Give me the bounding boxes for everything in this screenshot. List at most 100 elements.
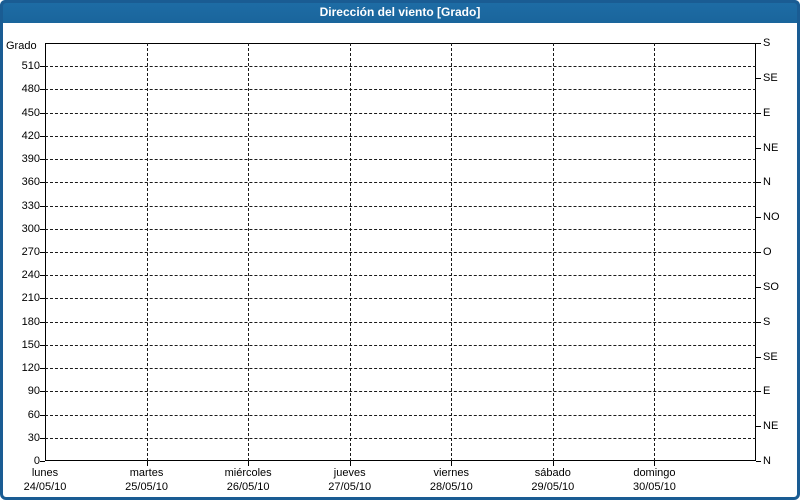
chart-body: Grado 0306090120150180210240270300330360… — [0, 0, 800, 500]
y-gridline — [45, 391, 756, 392]
x-category-label: jueves27/05/10 — [328, 466, 371, 494]
x-tick-mark — [147, 461, 148, 466]
x-gridline — [147, 43, 148, 461]
y-tick-label: 240 — [0, 269, 40, 281]
y-gridline — [45, 89, 756, 90]
x-gridline — [553, 43, 554, 461]
y-tick-mark — [40, 391, 45, 392]
x-category-label: viernes28/05/10 — [430, 466, 473, 494]
compass-label: O — [763, 246, 772, 258]
compass-tick-mark — [756, 43, 761, 44]
y-gridline — [45, 252, 756, 253]
y-gridline — [45, 438, 756, 439]
y-tick-label: 30 — [0, 432, 40, 444]
y-gridline — [45, 66, 756, 67]
compass-tick-mark — [756, 287, 761, 288]
y-tick-label: 480 — [0, 83, 40, 95]
y-tick-mark — [40, 66, 45, 67]
y-tick-label: 390 — [0, 153, 40, 165]
y-tick-mark — [40, 415, 45, 416]
y-tick-mark — [40, 252, 45, 253]
y-tick-label: 510 — [0, 60, 40, 72]
x-category-label: lunes24/05/10 — [24, 466, 67, 494]
compass-label: E — [763, 107, 770, 119]
y-tick-mark — [40, 206, 45, 207]
y-tick-label: 60 — [0, 409, 40, 421]
y-tick-label: 450 — [0, 107, 40, 119]
compass-tick-mark — [756, 113, 761, 114]
y-gridline — [45, 345, 756, 346]
compass-label: NE — [763, 142, 778, 154]
x-day-label: viernes — [430, 466, 473, 480]
compass-tick-mark — [756, 217, 761, 218]
y-tick-label: 300 — [0, 223, 40, 235]
y-gridline — [45, 113, 756, 114]
y-tick-label: 420 — [0, 130, 40, 142]
y-tick-label: 360 — [0, 176, 40, 188]
compass-label: N — [763, 176, 771, 188]
x-category-label: martes25/05/10 — [125, 466, 168, 494]
y-gridline — [45, 322, 756, 323]
x-day-label: miércoles — [225, 466, 272, 480]
y-tick-label: 210 — [0, 292, 40, 304]
x-category-label: miércoles26/05/10 — [225, 466, 272, 494]
compass-tick-mark — [756, 78, 761, 79]
y-tick-mark — [40, 322, 45, 323]
compass-label: E — [763, 385, 770, 397]
x-tick-mark — [553, 461, 554, 466]
y-tick-mark — [40, 136, 45, 137]
y-gridline — [45, 206, 756, 207]
x-tick-mark — [350, 461, 351, 466]
compass-tick-mark — [756, 252, 761, 253]
y-tick-mark — [40, 345, 45, 346]
x-gridline — [350, 43, 351, 461]
y-gridline — [45, 182, 756, 183]
x-gridline — [654, 43, 655, 461]
y-gridline — [45, 415, 756, 416]
compass-label: NO — [763, 211, 780, 223]
y-tick-mark — [40, 89, 45, 90]
compass-tick-mark — [756, 148, 761, 149]
y-tick-mark — [40, 113, 45, 114]
compass-tick-mark — [756, 391, 761, 392]
compass-tick-mark — [756, 461, 761, 462]
y-tick-label: 120 — [0, 362, 40, 374]
y-gridline — [45, 368, 756, 369]
y-gridline — [45, 275, 756, 276]
compass-tick-mark — [756, 426, 761, 427]
x-tick-mark — [248, 461, 249, 466]
x-day-label: martes — [125, 466, 168, 480]
y-tick-mark — [40, 182, 45, 183]
compass-tick-mark — [756, 322, 761, 323]
y-tick-label: 180 — [0, 316, 40, 328]
y-gridline — [45, 159, 756, 160]
y-tick-label: 270 — [0, 246, 40, 258]
y-tick-mark — [40, 438, 45, 439]
x-day-label: sábado — [531, 466, 574, 480]
compass-label: NE — [763, 420, 778, 432]
chart-window: Dirección del viento [Grado] Grado 03060… — [0, 0, 800, 500]
y-gridline — [45, 136, 756, 137]
y-tick-mark — [40, 298, 45, 299]
chart-title-bar: Dirección del viento [Grado] — [0, 0, 800, 23]
x-date-label: 24/05/10 — [24, 480, 67, 494]
x-gridline — [451, 43, 452, 461]
y-tick-label: 330 — [0, 200, 40, 212]
y-tick-mark — [40, 275, 45, 276]
compass-label: SE — [763, 72, 778, 84]
x-gridline — [248, 43, 249, 461]
x-day-label: lunes — [24, 466, 67, 480]
x-date-label: 26/05/10 — [225, 480, 272, 494]
y-tick-mark — [40, 159, 45, 160]
chart-title: Dirección del viento [Grado] — [320, 5, 481, 19]
y-tick-label: 150 — [0, 339, 40, 351]
x-day-label: jueves — [328, 466, 371, 480]
x-category-label: domingo30/05/10 — [633, 466, 676, 494]
y-tick-mark — [40, 229, 45, 230]
x-date-label: 30/05/10 — [633, 480, 676, 494]
compass-label: S — [763, 37, 770, 49]
x-tick-mark — [451, 461, 452, 466]
x-day-label: domingo — [633, 466, 676, 480]
y-axis-title: Grado — [6, 40, 37, 52]
x-date-label: 28/05/10 — [430, 480, 473, 494]
